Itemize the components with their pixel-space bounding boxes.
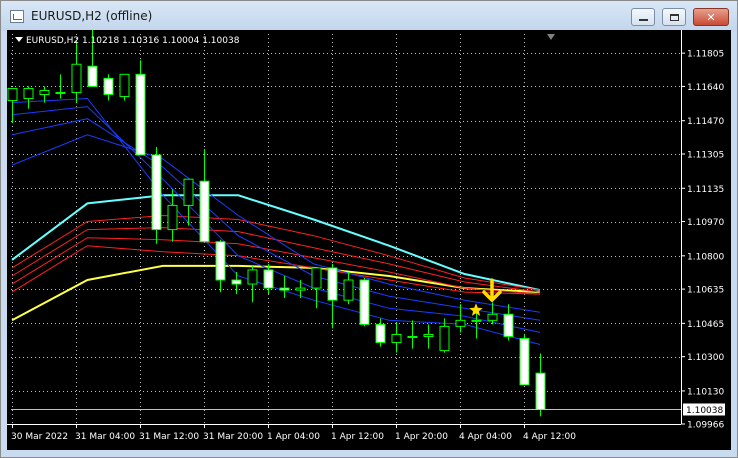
bear-candle [279,287,290,291]
price-tick-label: 1.10970 [687,218,724,228]
time-tick-label: 1 Apr 04:00 [267,432,320,442]
price-tick-label: 1.09966 [687,421,724,431]
maximize-icon [669,13,679,21]
price-tick-label: 1.10465 [687,320,724,330]
bear-candle [87,65,98,87]
bull-candle [167,204,178,231]
bull-candle [391,333,402,344]
price-tick-label: 1.11305 [687,150,724,160]
bear-candle [535,372,546,410]
price-chart[interactable]: 1.11805 1.11640 1.11470 1.11305 1.11135 1.109… [7,30,731,450]
time-tick-label: 4 Apr 12:00 [523,432,576,442]
bull-candle [407,335,418,338]
time-tick-label: 31 Mar 12:00 [139,432,199,442]
time-tick-label: 1 Apr 12:00 [331,432,384,442]
time-tick-label: 31 Mar 20:00 [203,432,263,442]
price-tick-label: 1.10800 [687,252,724,262]
price-tick-label: 1.11805 [687,50,724,60]
bull-candle [71,63,82,93]
bull-candle [343,279,354,301]
bull-candle [183,178,194,206]
time-tick-label: 30 Mar 2022 [11,432,68,442]
bear-candle [359,279,370,325]
bull-candle [295,287,306,291]
bull-candle [471,319,482,322]
bear-candle [215,241,226,281]
title-bar[interactable]: EURUSD,H2 (offline) ✕ [1,1,737,31]
price-tick-label: 1.10300 [687,353,724,363]
bear-candle [135,73,146,156]
symbol-ohlc-text: EURUSD,H2 1.10218 1.10316 1.10004 1.1003… [26,36,240,46]
price-tick-label: 1.11640 [687,83,724,93]
chart-area[interactable]: 1.11805 1.11640 1.11470 1.11305 1.11135 1.109… [7,30,731,450]
symbol-menu-icon[interactable] [15,37,23,42]
price-tick-label: 1.10635 [687,286,724,296]
symbol-info[interactable]: EURUSD,H2 1.10218 1.10316 1.10004 1.1003… [15,36,239,46]
bull-candle [455,319,466,327]
current-price-label: 1.10038 [686,406,723,416]
bull-candle [55,91,66,94]
bear-candle [327,267,338,301]
minimize-button[interactable] [631,8,655,26]
bull-candle [423,333,434,337]
close-button[interactable]: ✕ [693,8,729,26]
price-tick-label: 1.10130 [687,387,724,397]
price-tick-label: 1.11470 [687,117,724,127]
chart-window-icon [10,10,24,23]
chart-background[interactable] [7,30,731,450]
bear-candle [503,313,514,337]
bull-candle [487,313,498,321]
bull-candle [7,87,18,102]
time-tick-label: 1 Apr 20:00 [395,432,448,442]
bear-candle [231,279,242,285]
bull-candle [311,267,322,289]
close-icon: ✕ [706,10,716,24]
time-tick-label: 31 Mar 04:00 [75,432,135,442]
bear-candle [103,77,114,95]
minimize-icon [638,19,648,21]
price-tick-label: 1.11135 [687,185,724,195]
window-title: EURUSD,H2 (offline) [31,9,153,23]
bear-candle [519,337,530,386]
bull-candle [247,269,258,285]
maximize-button[interactable] [662,8,686,26]
bear-candle [151,154,162,231]
time-tick-label: 4 Apr 04:00 [459,432,512,442]
bear-candle [199,180,210,243]
bear-candle [263,269,274,289]
bull-candle [439,325,450,352]
bear-candle [375,323,386,344]
bull-candle [39,89,50,95]
bull-candle [119,73,130,98]
bull-candle [23,87,34,100]
